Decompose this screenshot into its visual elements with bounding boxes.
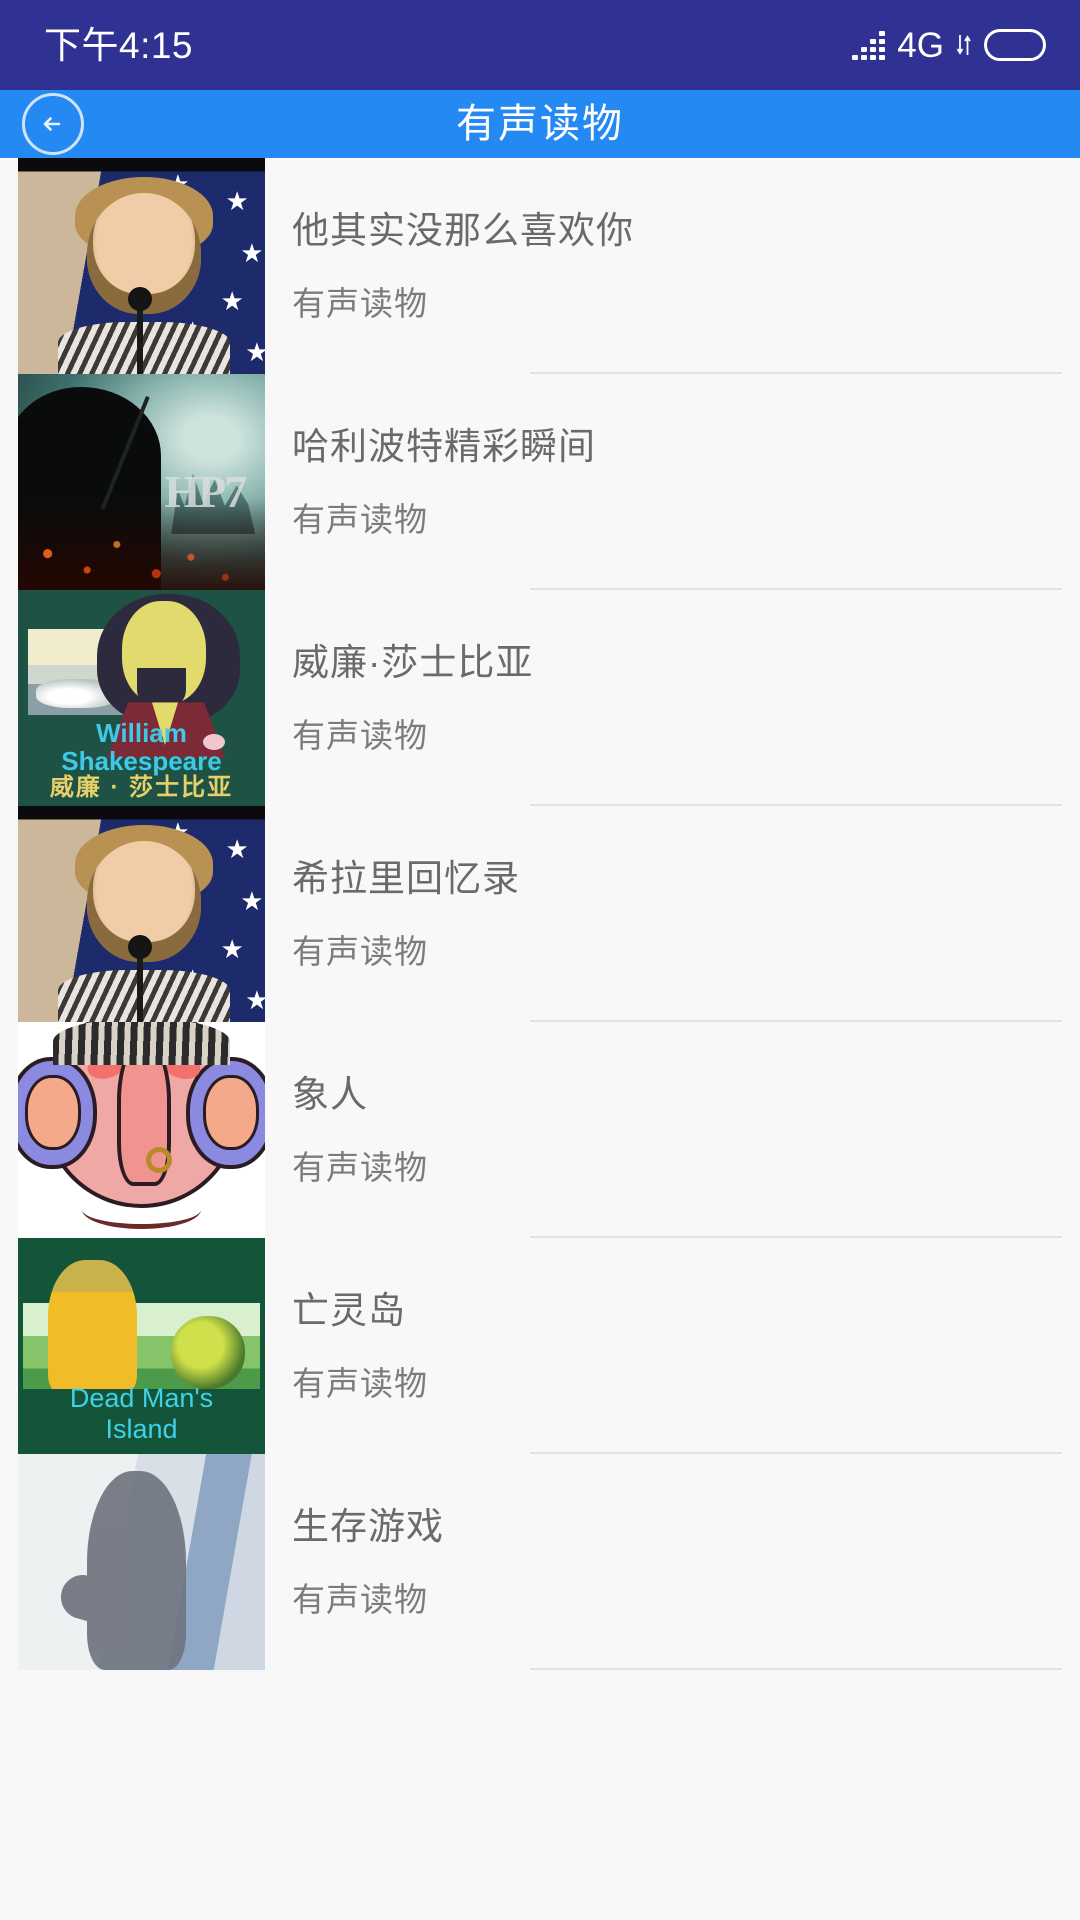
item-title: 哈利波特精彩瞬间 [292,426,596,467]
status-bar: 下午4:15 4G [0,0,1080,90]
item-thumbnail: ★★ ★★ ★★ ★★ [18,158,265,374]
item-text-block: 他其实没那么喜欢你 有声读物 [265,158,1080,374]
item-thumbnail: HP7 [18,374,265,590]
app-bar: 有声读物 [0,90,1080,158]
thumbnail-caption-cn: 威廉 · 莎士比亚 [49,773,234,801]
thumbnail-caption-en: Dead Man's Island [69,1383,214,1445]
item-text-block: 生存游戏 有声读物 [265,1454,1080,1670]
back-arrow-icon [43,117,61,131]
item-subtitle: 有声读物 [292,1149,428,1186]
item-thumbnail: ★★ ★★ ★★ ★★ [18,806,265,1022]
status-indicators: 4G [852,28,1046,63]
item-text-block: 威廉·莎士比亚 有声读物 [265,590,1080,806]
item-title: 生存游戏 [292,1506,444,1547]
signal-bars-icon [852,30,886,60]
item-thumbnail: Dead Man's Island [18,1238,265,1454]
list-item[interactable]: William Shakespeare 威廉 · 莎士比亚 威廉·莎士比亚 有声读… [0,590,1080,806]
item-text-block: 亡灵岛 有声读物 [265,1238,1080,1454]
item-thumbnail: William Shakespeare 威廉 · 莎士比亚 [18,590,265,806]
battery-icon [984,29,1046,61]
item-title: 象人 [292,1074,368,1115]
thumbnail-caption: HP7 [164,465,247,517]
page-title: 有声读物 [456,102,624,146]
list-divider [530,1668,1062,1670]
data-transfer-icon [956,32,972,58]
list-item[interactable]: 生存游戏 有声读物 [0,1454,1080,1670]
item-title: 亡灵岛 [292,1290,406,1331]
list-item[interactable]: 象人 有声读物 [0,1022,1080,1238]
item-text-block: 希拉里回忆录 有声读物 [265,806,1080,1022]
audiobook-list[interactable]: ★★ ★★ ★★ ★★ 他其实没那么喜欢你 有声读物 HP7 [0,158,1080,1670]
list-item[interactable]: HP7 哈利波特精彩瞬间 有声读物 [0,374,1080,590]
back-button[interactable] [22,93,84,155]
network-type-label: 4G [897,25,944,65]
item-subtitle: 有声读物 [292,1581,428,1618]
item-title: 希拉里回忆录 [292,858,520,899]
status-time: 下午4:15 [44,24,194,66]
list-item[interactable]: ★★ ★★ ★★ ★★ 希拉里回忆录 有声读物 [0,806,1080,1022]
item-thumbnail [18,1022,265,1238]
item-text-block: 象人 有声读物 [265,1022,1080,1238]
list-item[interactable]: Dead Man's Island 亡灵岛 有声读物 [0,1238,1080,1454]
list-item[interactable]: ★★ ★★ ★★ ★★ 他其实没那么喜欢你 有声读物 [0,158,1080,374]
item-thumbnail [18,1454,265,1670]
item-subtitle: 有声读物 [292,1365,428,1402]
item-subtitle: 有声读物 [292,717,428,754]
item-subtitle: 有声读物 [292,285,428,322]
item-title: 他其实没那么喜欢你 [292,210,634,251]
item-title: 威廉·莎士比亚 [292,642,534,683]
item-text-block: 哈利波特精彩瞬间 有声读物 [265,374,1080,590]
item-subtitle: 有声读物 [292,501,428,538]
item-subtitle: 有声读物 [292,933,428,970]
